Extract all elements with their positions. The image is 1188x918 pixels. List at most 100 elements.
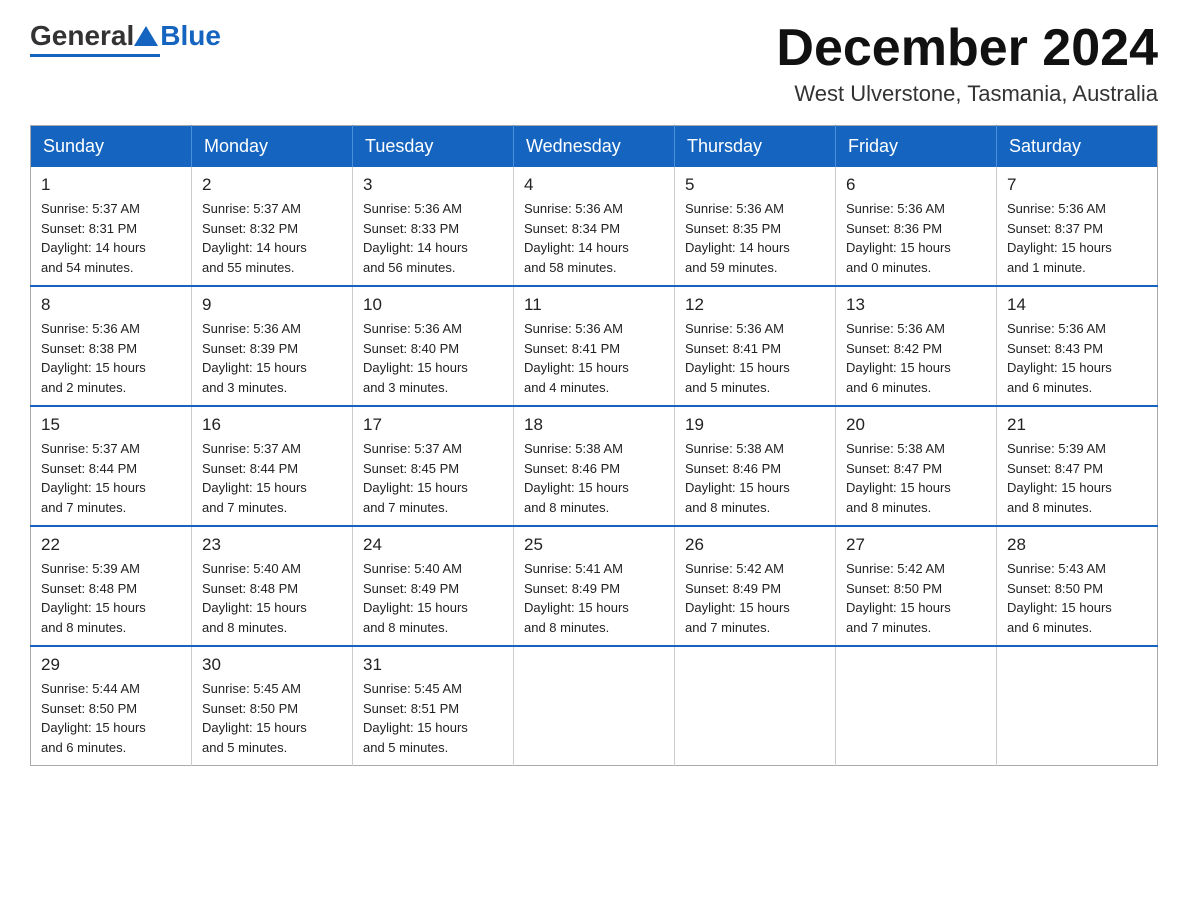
- logo-triangle-icon: [134, 26, 158, 46]
- calendar-cell: [675, 646, 836, 766]
- day-info: Sunrise: 5:45 AMSunset: 8:50 PMDaylight:…: [202, 679, 342, 757]
- day-number: 4: [524, 175, 664, 195]
- calendar-cell: 31Sunrise: 5:45 AMSunset: 8:51 PMDayligh…: [353, 646, 514, 766]
- day-info: Sunrise: 5:36 AMSunset: 8:38 PMDaylight:…: [41, 319, 181, 397]
- calendar-cell: 29Sunrise: 5:44 AMSunset: 8:50 PMDayligh…: [31, 646, 192, 766]
- calendar-week-row: 29Sunrise: 5:44 AMSunset: 8:50 PMDayligh…: [31, 646, 1158, 766]
- logo: General Blue: [30, 20, 221, 52]
- day-info: Sunrise: 5:41 AMSunset: 8:49 PMDaylight:…: [524, 559, 664, 637]
- day-info: Sunrise: 5:36 AMSunset: 8:33 PMDaylight:…: [363, 199, 503, 277]
- day-info: Sunrise: 5:36 AMSunset: 8:42 PMDaylight:…: [846, 319, 986, 397]
- logo-underline: [30, 54, 160, 57]
- day-number: 24: [363, 535, 503, 555]
- calendar-cell: 20Sunrise: 5:38 AMSunset: 8:47 PMDayligh…: [836, 406, 997, 526]
- location-title: West Ulverstone, Tasmania, Australia: [776, 81, 1158, 107]
- day-info: Sunrise: 5:37 AMSunset: 8:31 PMDaylight:…: [41, 199, 181, 277]
- calendar-cell: 17 Sunrise: 5:37 AMSunset: 8:45 PMDayligh…: [353, 406, 514, 526]
- day-number: 7: [1007, 175, 1147, 195]
- day-number: 10: [363, 295, 503, 315]
- day-number: 20: [846, 415, 986, 435]
- day-number: 5: [685, 175, 825, 195]
- calendar-cell: 24 Sunrise: 5:40 AMSunset: 8:49 PMDayligh…: [353, 526, 514, 646]
- day-number: 27: [846, 535, 986, 555]
- calendar-cell: 25 Sunrise: 5:41 AMSunset: 8:49 PMDayligh…: [514, 526, 675, 646]
- weekday-header-monday: Monday: [192, 126, 353, 168]
- calendar-cell: 9 Sunrise: 5:36 AMSunset: 8:39 PMDaylight…: [192, 286, 353, 406]
- day-number: 2: [202, 175, 342, 195]
- day-number: 13: [846, 295, 986, 315]
- day-number: 16: [202, 415, 342, 435]
- day-number: 3: [363, 175, 503, 195]
- weekday-header-sunday: Sunday: [31, 126, 192, 168]
- calendar-cell: 23 Sunrise: 5:40 AMSunset: 8:48 PMDayligh…: [192, 526, 353, 646]
- weekday-header-saturday: Saturday: [997, 126, 1158, 168]
- day-info: Sunrise: 5:43 AMSunset: 8:50 PMDaylight:…: [1007, 559, 1147, 637]
- day-info: Sunrise: 5:39 AMSunset: 8:48 PMDaylight:…: [41, 559, 181, 637]
- calendar-cell: 30 Sunrise: 5:45 AMSunset: 8:50 PMDayligh…: [192, 646, 353, 766]
- day-info: Sunrise: 5:36 AMSunset: 8:36 PMDaylight:…: [846, 199, 986, 277]
- day-info: Sunrise: 5:37 AMSunset: 8:44 PMDaylight:…: [202, 439, 342, 517]
- day-info: Sunrise: 5:36 AMSunset: 8:41 PMDaylight:…: [524, 319, 664, 397]
- day-info: Sunrise: 5:37 AMSunset: 8:44 PMDaylight:…: [41, 439, 181, 517]
- day-info: Sunrise: 5:36 AMSunset: 8:39 PMDaylight:…: [202, 319, 342, 397]
- day-info: Sunrise: 5:45 AMSunset: 8:51 PMDaylight:…: [363, 679, 503, 757]
- day-number: 30: [202, 655, 342, 675]
- calendar-cell: 19Sunrise: 5:38 AMSunset: 8:46 PMDayligh…: [675, 406, 836, 526]
- calendar-week-row: 15 Sunrise: 5:37 AMSunset: 8:44 PMDayligh…: [31, 406, 1158, 526]
- header: General Blue December 2024 West Ulversto…: [30, 20, 1158, 107]
- day-info: Sunrise: 5:36 AMSunset: 8:34 PMDaylight:…: [524, 199, 664, 277]
- day-number: 21: [1007, 415, 1147, 435]
- logo-blue-text: Blue: [160, 20, 221, 52]
- calendar-cell: 3 Sunrise: 5:36 AMSunset: 8:33 PMDaylight…: [353, 167, 514, 286]
- weekday-header-wednesday: Wednesday: [514, 126, 675, 168]
- day-number: 15: [41, 415, 181, 435]
- day-info: Sunrise: 5:36 AMSunset: 8:43 PMDaylight:…: [1007, 319, 1147, 397]
- day-number: 23: [202, 535, 342, 555]
- calendar-cell: 4 Sunrise: 5:36 AMSunset: 8:34 PMDaylight…: [514, 167, 675, 286]
- day-info: Sunrise: 5:37 AMSunset: 8:32 PMDaylight:…: [202, 199, 342, 277]
- calendar-cell: 26Sunrise: 5:42 AMSunset: 8:49 PMDayligh…: [675, 526, 836, 646]
- day-info: Sunrise: 5:42 AMSunset: 8:50 PMDaylight:…: [846, 559, 986, 637]
- day-number: 18: [524, 415, 664, 435]
- month-title: December 2024: [776, 20, 1158, 77]
- calendar-cell: [836, 646, 997, 766]
- day-number: 25: [524, 535, 664, 555]
- calendar-cell: 16 Sunrise: 5:37 AMSunset: 8:44 PMDayligh…: [192, 406, 353, 526]
- weekday-header-thursday: Thursday: [675, 126, 836, 168]
- day-number: 29: [41, 655, 181, 675]
- calendar-cell: [514, 646, 675, 766]
- calendar-week-row: 8 Sunrise: 5:36 AMSunset: 8:38 PMDaylight…: [31, 286, 1158, 406]
- calendar-cell: 12Sunrise: 5:36 AMSunset: 8:41 PMDayligh…: [675, 286, 836, 406]
- calendar-cell: 18 Sunrise: 5:38 AMSunset: 8:46 PMDayligh…: [514, 406, 675, 526]
- day-number: 6: [846, 175, 986, 195]
- day-number: 28: [1007, 535, 1147, 555]
- calendar-cell: 8 Sunrise: 5:36 AMSunset: 8:38 PMDaylight…: [31, 286, 192, 406]
- day-number: 17: [363, 415, 503, 435]
- calendar-cell: 11 Sunrise: 5:36 AMSunset: 8:41 PMDayligh…: [514, 286, 675, 406]
- day-info: Sunrise: 5:38 AMSunset: 8:46 PMDaylight:…: [524, 439, 664, 517]
- day-info: Sunrise: 5:37 AMSunset: 8:45 PMDaylight:…: [363, 439, 503, 517]
- calendar-cell: 27 Sunrise: 5:42 AMSunset: 8:50 PMDayligh…: [836, 526, 997, 646]
- day-number: 26: [685, 535, 825, 555]
- day-number: 1: [41, 175, 181, 195]
- weekday-header-tuesday: Tuesday: [353, 126, 514, 168]
- day-info: Sunrise: 5:36 AMSunset: 8:37 PMDaylight:…: [1007, 199, 1147, 277]
- logo-area: General Blue: [30, 20, 221, 57]
- calendar-cell: 6 Sunrise: 5:36 AMSunset: 8:36 PMDaylight…: [836, 167, 997, 286]
- calendar-cell: 14Sunrise: 5:36 AMSunset: 8:43 PMDayligh…: [997, 286, 1158, 406]
- calendar-cell: 7 Sunrise: 5:36 AMSunset: 8:37 PMDaylight…: [997, 167, 1158, 286]
- title-area: December 2024 West Ulverstone, Tasmania,…: [776, 20, 1158, 107]
- day-info: Sunrise: 5:40 AMSunset: 8:49 PMDaylight:…: [363, 559, 503, 637]
- logo-general-text: General: [30, 20, 134, 52]
- day-info: Sunrise: 5:40 AMSunset: 8:48 PMDaylight:…: [202, 559, 342, 637]
- day-number: 9: [202, 295, 342, 315]
- day-number: 8: [41, 295, 181, 315]
- calendar-cell: 10Sunrise: 5:36 AMSunset: 8:40 PMDayligh…: [353, 286, 514, 406]
- weekday-header-row: SundayMondayTuesdayWednesdayThursdayFrid…: [31, 126, 1158, 168]
- calendar-cell: 1 Sunrise: 5:37 AMSunset: 8:31 PMDaylight…: [31, 167, 192, 286]
- day-number: 19: [685, 415, 825, 435]
- day-number: 12: [685, 295, 825, 315]
- calendar-cell: 13 Sunrise: 5:36 AMSunset: 8:42 PMDayligh…: [836, 286, 997, 406]
- calendar-week-row: 1 Sunrise: 5:37 AMSunset: 8:31 PMDaylight…: [31, 167, 1158, 286]
- day-number: 11: [524, 295, 664, 315]
